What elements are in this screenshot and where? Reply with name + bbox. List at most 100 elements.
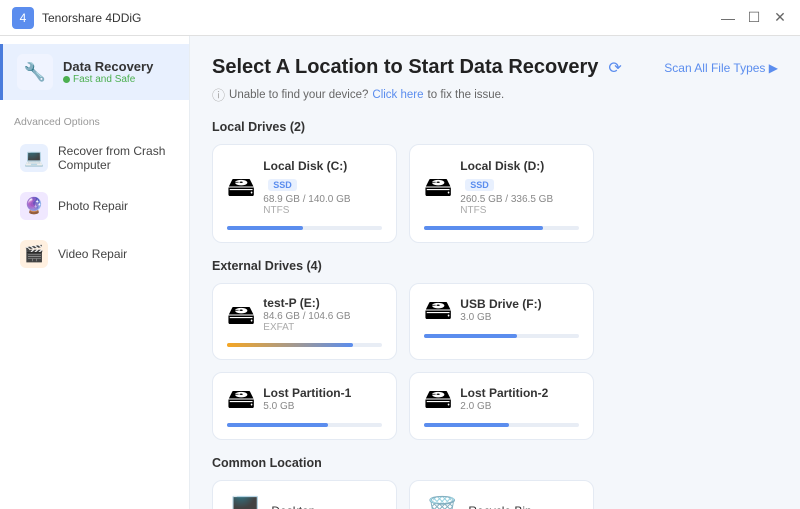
local-drives-section-title: Local Drives (2) xyxy=(212,120,778,134)
drive-card-lp2[interactable]: 🖴 Lost Partition-2 2.0 GB xyxy=(409,372,594,440)
drive-d-bar-container xyxy=(424,226,579,230)
page-title: Select A Location to Start Data Recovery xyxy=(212,56,598,79)
drive-d-info: Local Disk (D:) SSD 260.5 GB / 336.5 GB … xyxy=(460,157,579,216)
page-title-row: Select A Location to Start Data Recovery… xyxy=(212,56,622,79)
data-recovery-icon: 🔧 xyxy=(17,54,53,90)
drive-lp2-bar-container xyxy=(424,423,579,427)
info-icon: ⓘ xyxy=(212,85,225,104)
drive-lp1-size: 5.0 GB xyxy=(263,401,382,412)
drive-d-ssd-badge: SSD xyxy=(465,179,494,191)
sidebar: 🔧 Data Recovery Fast and Safe Advanced O… xyxy=(0,36,190,509)
page-header: Select A Location to Start Data Recovery… xyxy=(212,56,778,79)
desktop-label: Desktop xyxy=(271,504,315,509)
warning-text: Unable to find your device? xyxy=(229,89,368,101)
drive-e-bar-container xyxy=(227,343,382,347)
drive-c-icon: 🖴 xyxy=(227,173,255,201)
sidebar-item-data-recovery[interactable]: 🔧 Data Recovery Fast and Safe xyxy=(0,44,189,100)
app-body: 🔧 Data Recovery Fast and Safe Advanced O… xyxy=(0,36,800,509)
drive-f-bar xyxy=(424,334,517,338)
common-location-section-title: Common Location xyxy=(212,456,778,470)
drive-f-info: USB Drive (F:) 3.0 GB xyxy=(460,297,579,323)
external-drives-section-title: External Drives (4) xyxy=(212,259,778,273)
photo-icon: 🔮 xyxy=(20,192,48,220)
drive-e-icon: 🖴 xyxy=(227,301,255,329)
drive-e-info: test-P (E:) 84.6 GB / 104.6 GB EXFAT xyxy=(263,296,382,333)
drive-f-size: 3.0 GB xyxy=(460,312,579,323)
drive-lp2-icon: 🖴 xyxy=(424,385,452,413)
drive-e-name: test-P (E:) xyxy=(263,296,382,310)
titlebar-left: 4 Tenorshare 4DDiG xyxy=(12,7,141,29)
warning-row: ⓘ Unable to find your device? Click here… xyxy=(212,85,778,104)
close-button[interactable]: ✕ xyxy=(772,10,788,26)
advanced-options-label: Advanced Options xyxy=(0,104,189,134)
drive-lp1-icon: 🖴 xyxy=(227,385,255,413)
app-logo-icon: 4 xyxy=(12,7,34,29)
video-label: Video Repair xyxy=(58,247,127,261)
refresh-icon[interactable]: ⟳ xyxy=(608,58,621,78)
drive-e-header: 🖴 test-P (E:) 84.6 GB / 104.6 GB EXFAT xyxy=(227,296,382,333)
drive-f-header: 🖴 USB Drive (F:) 3.0 GB xyxy=(424,296,579,324)
sidebar-item-crash[interactable]: 💻 Recover from Crash Computer xyxy=(6,136,183,180)
drive-f-icon: 🖴 xyxy=(424,296,452,324)
drive-lp1-name: Lost Partition-1 xyxy=(263,386,382,400)
drive-card-d[interactable]: 🖴 Local Disk (D:) SSD 260.5 GB / 336.5 G… xyxy=(409,144,594,243)
svg-text:4: 4 xyxy=(20,11,27,25)
drive-f-bar-container xyxy=(424,334,579,338)
sidebar-item-video[interactable]: 🎬 Video Repair xyxy=(6,232,183,276)
drive-e-fs: EXFAT xyxy=(263,322,382,333)
warning-suffix: to fix the issue. xyxy=(428,89,505,101)
drive-e-size: 84.6 GB / 104.6 GB xyxy=(263,311,382,322)
minimize-button[interactable]: — xyxy=(720,10,736,26)
recycle-label: Recycle Bin xyxy=(468,504,531,509)
drive-c-fs: NTFS xyxy=(263,205,382,216)
drive-card-lp1[interactable]: 🖴 Lost Partition-1 5.0 GB xyxy=(212,372,397,440)
drive-lp1-header: 🖴 Lost Partition-1 5.0 GB xyxy=(227,385,382,413)
drive-lp2-name: Lost Partition-2 xyxy=(460,386,579,400)
titlebar-controls: — ☐ ✕ xyxy=(720,10,788,26)
maximize-button[interactable]: ☐ xyxy=(746,10,762,26)
scan-all-link[interactable]: Scan All File Types ▶ xyxy=(664,61,778,75)
drive-card-f[interactable]: 🖴 USB Drive (F:) 3.0 GB xyxy=(409,283,594,360)
warning-link[interactable]: Click here xyxy=(372,89,423,101)
app-title: Tenorshare 4DDiG xyxy=(42,11,141,25)
titlebar: 4 Tenorshare 4DDiG — ☐ ✕ xyxy=(0,0,800,36)
drive-d-fs: NTFS xyxy=(460,205,579,216)
common-locations-grid: 🖥️ Desktop 🗑️ Recycle Bin 📁 Select Folde… xyxy=(212,480,778,509)
drive-lp2-size: 2.0 GB xyxy=(460,401,579,412)
recycle-icon: 🗑️ xyxy=(426,495,458,509)
data-recovery-title: Data Recovery xyxy=(63,59,153,74)
drive-f-name: USB Drive (F:) xyxy=(460,297,579,311)
drive-c-name: Local Disk (C:) SSD xyxy=(263,157,382,193)
crash-label: Recover from Crash Computer xyxy=(58,144,169,172)
drive-card-c[interactable]: 🖴 Local Disk (C:) SSD 68.9 GB / 140.0 GB… xyxy=(212,144,397,243)
drive-d-size: 260.5 GB / 336.5 GB xyxy=(460,194,579,205)
drive-lp1-bar-container xyxy=(227,423,382,427)
drive-c-ssd-badge: SSD xyxy=(268,179,297,191)
drive-d-bar xyxy=(424,226,543,230)
location-recycle[interactable]: 🗑️ Recycle Bin xyxy=(409,480,594,509)
drive-c-bar-container xyxy=(227,226,382,230)
drive-c-header: 🖴 Local Disk (C:) SSD 68.9 GB / 140.0 GB… xyxy=(227,157,382,216)
drive-d-name: Local Disk (D:) SSD xyxy=(460,157,579,193)
drive-lp1-bar xyxy=(227,423,328,427)
video-icon: 🎬 xyxy=(20,240,48,268)
drive-lp1-info: Lost Partition-1 5.0 GB xyxy=(263,386,382,412)
drive-c-info: Local Disk (C:) SSD 68.9 GB / 140.0 GB N… xyxy=(263,157,382,216)
crash-icon: 💻 xyxy=(20,144,48,172)
drive-lp2-header: 🖴 Lost Partition-2 2.0 GB xyxy=(424,385,579,413)
drive-c-bar xyxy=(227,226,303,230)
location-desktop[interactable]: 🖥️ Desktop xyxy=(212,480,397,509)
drive-d-header: 🖴 Local Disk (D:) SSD 260.5 GB / 336.5 G… xyxy=(424,157,579,216)
drive-lp2-info: Lost Partition-2 2.0 GB xyxy=(460,386,579,412)
external-drives-grid: 🖴 test-P (E:) 84.6 GB / 104.6 GB EXFAT 🖴 xyxy=(212,283,778,440)
drive-c-size: 68.9 GB / 140.0 GB xyxy=(263,194,382,205)
green-dot-icon xyxy=(63,76,70,83)
photo-label: Photo Repair xyxy=(58,199,128,213)
sidebar-item-photo[interactable]: 🔮 Photo Repair xyxy=(6,184,183,228)
drive-e-bar xyxy=(227,343,353,347)
data-recovery-subtitle: Fast and Safe xyxy=(63,74,153,85)
main-content: Select A Location to Start Data Recovery… xyxy=(190,36,800,509)
local-drives-grid: 🖴 Local Disk (C:) SSD 68.9 GB / 140.0 GB… xyxy=(212,144,778,243)
drive-card-e[interactable]: 🖴 test-P (E:) 84.6 GB / 104.6 GB EXFAT xyxy=(212,283,397,360)
drive-d-icon: 🖴 xyxy=(424,173,452,201)
